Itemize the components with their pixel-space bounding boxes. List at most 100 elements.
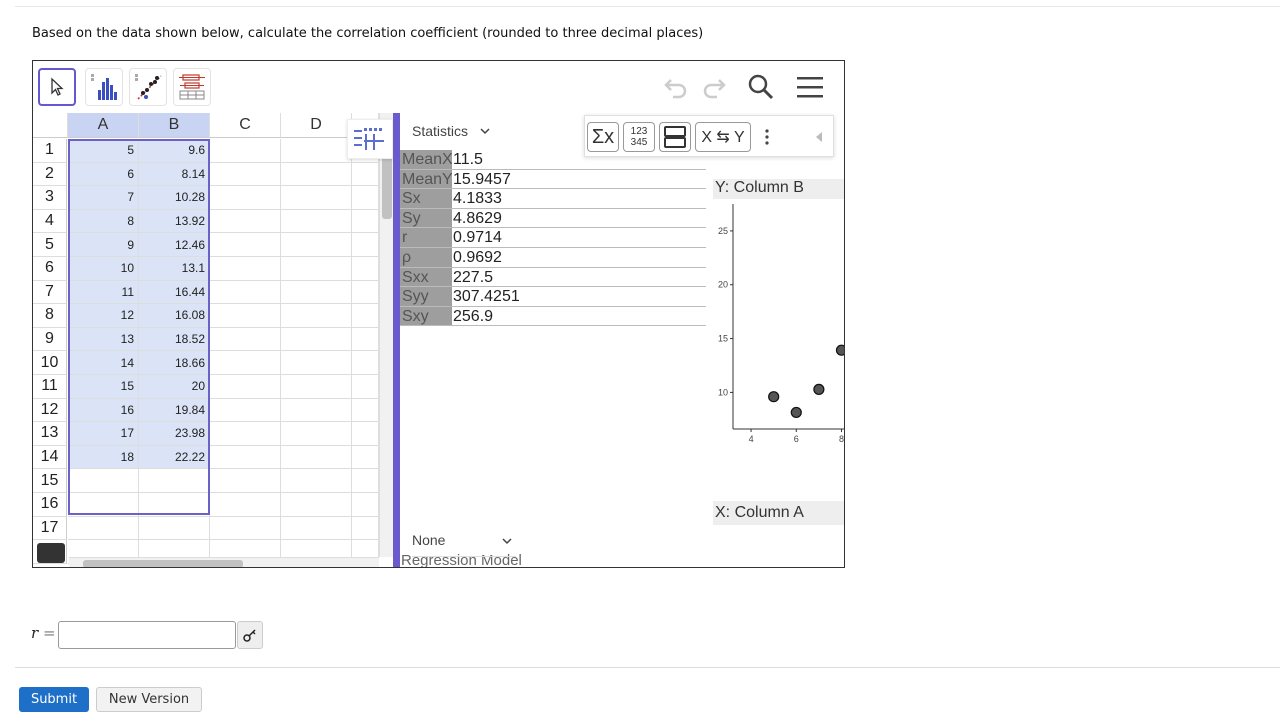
horizontal-scrollbar[interactable] [69,557,379,567]
table-cell[interactable] [139,469,210,493]
spreadsheet-view[interactable]: A B C D 1 5 9.6 2 6 8.14 3 7 10.28 4 8 13.92 5 9 12.46… [33,113,395,567]
table-cell[interactable] [352,469,379,493]
two-variable-regression-button[interactable] [129,68,167,106]
table-cell[interactable] [210,516,281,541]
more-options-button[interactable] [757,122,777,152]
column-header-d[interactable]: D [281,113,352,138]
table-cell[interactable] [210,209,281,234]
table-cell[interactable]: 9 [68,233,139,257]
keyboard-icon[interactable] [37,543,65,563]
table-cell[interactable] [210,186,281,210]
number-format-button[interactable]: 123 345 [623,122,655,152]
column-header-c[interactable]: C [210,113,281,138]
row-header[interactable]: 3 [33,186,67,210]
table-cell[interactable] [210,304,281,328]
collapse-button[interactable] [811,122,827,152]
table-cell[interactable]: 18.66 [139,351,210,375]
table-cell[interactable]: 23.98 [139,422,210,446]
toggle-spreadsheet-button[interactable] [347,119,393,159]
table-cell[interactable] [210,162,281,187]
table-cell[interactable] [210,327,281,352]
table-cell[interactable] [281,327,352,352]
table-cell[interactable] [352,375,379,399]
table-cell[interactable] [352,422,379,446]
table-cell[interactable] [210,139,281,163]
table-cell[interactable]: 7 [68,186,139,210]
table-cell[interactable] [68,469,139,493]
table-cell[interactable] [139,516,210,541]
table-cell[interactable]: 12.46 [139,233,210,257]
row-header[interactable]: 9 [33,327,67,352]
table-cell[interactable] [281,280,352,305]
table-cell[interactable] [281,139,352,163]
table-cell[interactable] [352,516,379,541]
row-header[interactable]: 14 [33,445,67,470]
table-cell[interactable]: 11 [68,280,139,305]
table-cell[interactable] [281,516,352,541]
row-header[interactable]: 17 [33,516,67,541]
column-header-a[interactable]: A [68,113,139,138]
redo-button[interactable] [699,73,729,101]
table-cell[interactable]: 22.22 [139,445,210,470]
table-cell[interactable]: 17 [68,422,139,446]
table-cell[interactable] [281,375,352,399]
table-cell[interactable] [352,445,379,470]
table-cell[interactable] [352,162,379,187]
table-cell[interactable]: 8.14 [139,162,210,187]
submit-button[interactable]: Submit [19,687,89,712]
main-menu-button[interactable] [795,73,825,101]
table-cell[interactable]: 16.08 [139,304,210,328]
row-header[interactable]: 1 [33,139,67,163]
table-cell[interactable]: 13 [68,327,139,352]
table-cell[interactable] [281,445,352,470]
pointer-tool-button[interactable] [38,68,76,106]
table-cell[interactable] [281,422,352,446]
table-cell[interactable] [352,233,379,257]
panel-resize-divider[interactable] [393,113,400,567]
row-header[interactable]: 10 [33,351,67,375]
table-cell[interactable] [210,280,281,305]
table-cell[interactable] [352,351,379,375]
table-cell[interactable] [352,209,379,234]
table-cell[interactable] [281,304,352,328]
statistics-dropdown[interactable]: Statistics [412,123,492,139]
table-cell[interactable] [352,327,379,352]
table-cell[interactable] [352,493,379,517]
table-cell[interactable] [210,422,281,446]
table-cell[interactable]: 9.6 [139,139,210,163]
table-cell[interactable] [210,233,281,257]
row-header[interactable]: 15 [33,469,67,493]
table-cell[interactable] [68,493,139,517]
row-header[interactable]: 13 [33,422,67,446]
corner-cell[interactable] [33,113,68,138]
table-cell[interactable] [210,351,281,375]
geogebra-applet[interactable]: A B C D 1 5 9.6 2 6 8.14 3 7 10.28 4 8 13.92 5 9 12.46… [32,60,845,568]
table-cell[interactable]: 12 [68,304,139,328]
table-cell[interactable] [281,469,352,493]
column-header-b[interactable]: B [139,113,210,138]
table-cell[interactable]: 15 [68,375,139,399]
layout-button[interactable] [659,122,691,152]
table-cell[interactable] [352,304,379,328]
table-cell[interactable]: 13.1 [139,257,210,281]
table-cell[interactable]: 10.28 [139,186,210,210]
table-cell[interactable] [210,469,281,493]
table-cell[interactable] [281,257,352,281]
row-header[interactable]: 2 [33,162,67,187]
new-version-button[interactable]: New Version [96,687,202,712]
row-header[interactable]: 7 [33,280,67,305]
table-cell[interactable]: 8 [68,209,139,234]
table-cell[interactable]: 6 [68,162,139,187]
table-cell[interactable]: 10 [68,257,139,281]
table-cell[interactable]: 19.84 [139,398,210,423]
table-cell[interactable] [210,493,281,517]
row-header[interactable]: 11 [33,375,67,399]
table-cell[interactable]: 14 [68,351,139,375]
multiple-variable-analysis-button[interactable] [173,68,211,106]
table-cell[interactable]: 18 [68,445,139,470]
table-cell[interactable]: 5 [68,139,139,163]
swap-xy-button[interactable]: X ⇆ Y [695,122,751,152]
row-header[interactable]: 6 [33,257,67,281]
row-header[interactable]: 5 [33,233,67,257]
key-button[interactable] [237,621,263,649]
